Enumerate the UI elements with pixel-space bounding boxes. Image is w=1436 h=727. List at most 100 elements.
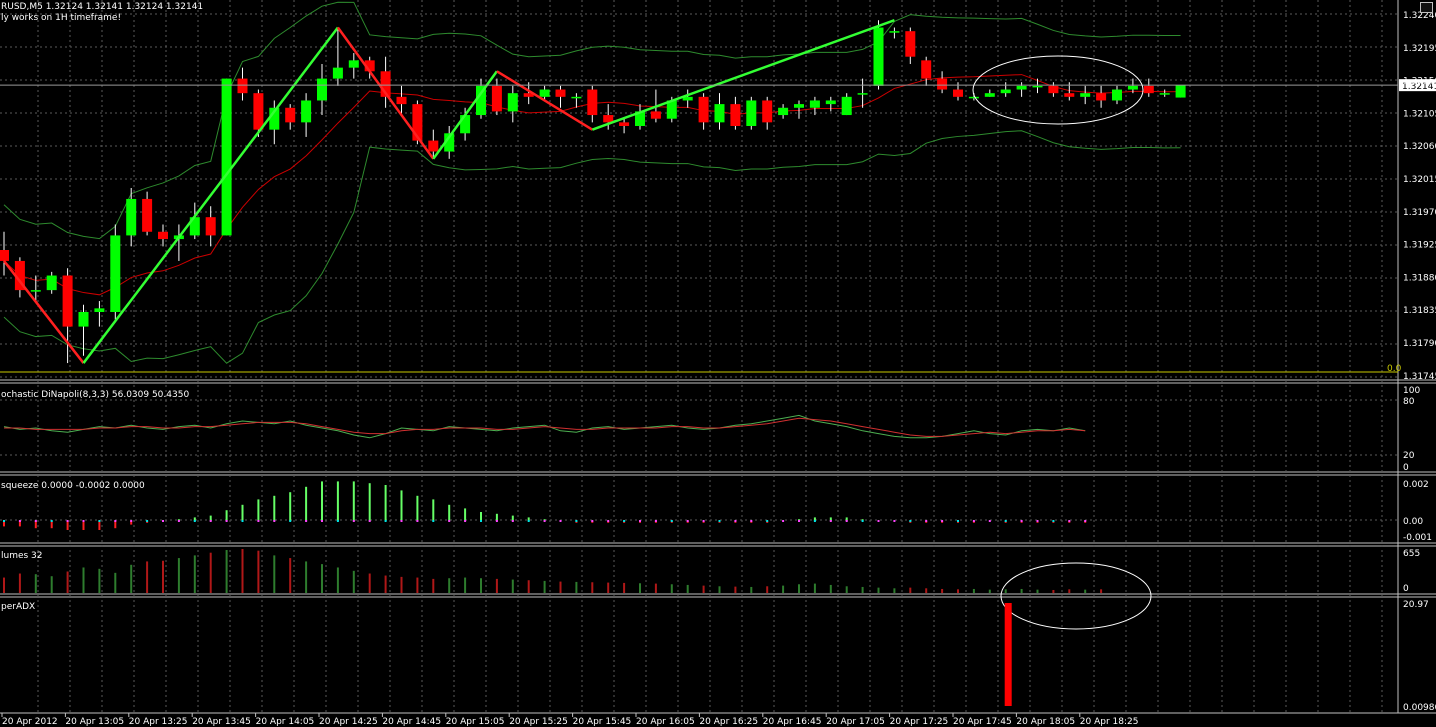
squeeze-dot xyxy=(511,520,514,522)
time-tick-label: 20 Apr 14:25 xyxy=(319,717,378,727)
candle xyxy=(762,100,773,123)
candle xyxy=(921,60,932,79)
volumes-title: lumes 32 xyxy=(1,551,43,561)
candle xyxy=(953,89,963,97)
candle xyxy=(809,100,820,108)
lower-band xyxy=(3,130,1181,364)
candle xyxy=(794,104,804,108)
squeeze-dot xyxy=(146,520,149,522)
squeeze-dot xyxy=(909,520,912,522)
candle xyxy=(110,235,121,312)
volumes-panel xyxy=(3,549,1152,630)
adx-tick-label: 20.97 xyxy=(1403,600,1429,610)
candle xyxy=(46,275,57,291)
time-tick-label: 20 Apr 13:45 xyxy=(192,717,251,727)
candle xyxy=(94,308,105,312)
stochastic-tick-label: 20 xyxy=(1403,451,1415,461)
squeeze-dot xyxy=(925,520,928,522)
squeeze-dot xyxy=(543,520,546,522)
candle xyxy=(984,93,995,97)
squeeze-dot xyxy=(480,520,482,522)
squeeze-dot xyxy=(861,520,864,522)
stochastic-tick-label: 80 xyxy=(1403,397,1415,407)
candle xyxy=(650,111,661,119)
candle xyxy=(571,96,582,99)
candle xyxy=(428,140,439,152)
squeeze-dot xyxy=(1004,520,1007,522)
squeeze-dot xyxy=(98,520,101,522)
time-tick-label: 20 Apr 13:05 xyxy=(65,717,124,727)
squeeze-dot xyxy=(1068,520,1071,522)
squeeze-dot xyxy=(368,520,371,522)
candle xyxy=(825,100,836,105)
candle xyxy=(0,250,9,261)
candle xyxy=(205,217,216,236)
candle xyxy=(587,89,598,116)
squeeze-dot xyxy=(1084,520,1087,522)
adx-tick-label: 0.00986 xyxy=(1403,703,1436,713)
candle xyxy=(332,67,343,79)
squeeze-dot xyxy=(559,520,562,522)
indicator-note: ly works on 1H timeframe! xyxy=(1,13,121,23)
stochastic-tick-label: 0 xyxy=(1403,463,1409,473)
candle xyxy=(1048,85,1059,94)
squeeze-dot xyxy=(845,520,848,522)
squeeze-dot xyxy=(432,520,435,522)
squeeze-dot xyxy=(702,520,705,522)
squeeze-dot xyxy=(972,520,975,522)
candle xyxy=(603,115,614,123)
squeeze-tick-label: -0.001 xyxy=(1403,533,1432,543)
candle xyxy=(221,78,232,236)
price-tick-label: 1.31880 xyxy=(1403,273,1436,283)
squeeze-dot xyxy=(1036,520,1039,522)
squeeze-dot xyxy=(177,520,180,522)
squeeze-dot xyxy=(639,520,641,522)
squeeze-dot xyxy=(670,520,673,522)
candle xyxy=(317,78,327,101)
candle xyxy=(491,85,502,112)
squeeze-dot xyxy=(193,520,196,522)
adx-panel xyxy=(1004,603,1012,706)
time-tick-label: 20 Apr 14:05 xyxy=(256,717,315,727)
time-tick-label: 20 Apr 15:45 xyxy=(573,717,632,727)
squeeze-dot xyxy=(607,520,610,522)
candle xyxy=(142,198,153,232)
time-tick-label: 20 Apr 17:45 xyxy=(953,717,1012,727)
squeeze-dot xyxy=(336,520,339,522)
candle xyxy=(968,96,979,99)
close-chart-button[interactable] xyxy=(1420,2,1433,13)
candle xyxy=(62,275,73,327)
squeeze-dot xyxy=(225,520,228,522)
time-tick-label: 20 Apr 15:25 xyxy=(509,717,568,727)
squeeze-dot xyxy=(623,520,626,522)
time-tick-label: 20 Apr 18:25 xyxy=(1080,717,1139,727)
squeeze-dot xyxy=(877,520,880,522)
zigzag-segment xyxy=(82,26,339,364)
time-tick-label: 20 Apr 15:05 xyxy=(446,717,505,727)
symbol-header: RUSD,M5 1.32124 1.32141 1.32124 1.32141 xyxy=(1,2,203,12)
candle xyxy=(301,100,312,123)
price-tick-label: 1.31970 xyxy=(1403,208,1436,218)
candle xyxy=(1112,89,1122,101)
price-tick-label: 1.31835 xyxy=(1403,306,1436,316)
squeeze-dot xyxy=(241,520,244,522)
candle xyxy=(78,312,89,327)
candle xyxy=(619,122,630,126)
squeeze-dot xyxy=(591,520,594,522)
price-tick-label: 1.31790 xyxy=(1403,339,1436,349)
squeeze-dot xyxy=(495,520,498,522)
candle xyxy=(396,96,407,105)
price-panel: 1.32141 xyxy=(0,1,1436,364)
squeeze-dot xyxy=(718,520,721,522)
squeeze-dot xyxy=(941,520,944,522)
price-tick-label: 1.32105 xyxy=(1403,109,1436,119)
candle xyxy=(237,78,248,94)
time-tick-label: 20 Apr 17:05 xyxy=(826,717,885,727)
price-tick-label: 1.31925 xyxy=(1403,241,1436,251)
squeeze-dot xyxy=(3,520,5,522)
candle xyxy=(730,104,741,126)
squeeze-dot xyxy=(1020,520,1023,522)
squeeze-dot xyxy=(162,520,164,522)
squeeze-dot xyxy=(400,520,403,522)
squeeze-dot xyxy=(750,520,753,522)
